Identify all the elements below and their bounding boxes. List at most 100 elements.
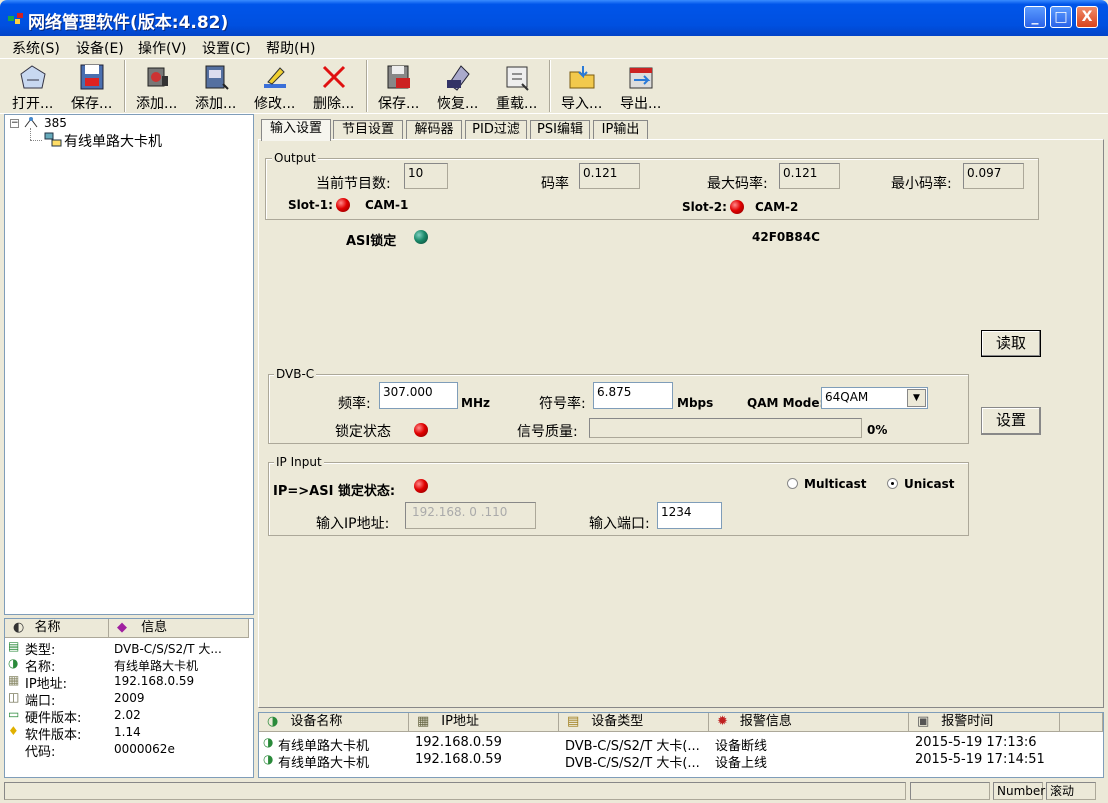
alarm-column-header[interactable]: ◑ 设备名称 <box>259 713 409 732</box>
delete-label: 删除... <box>313 96 355 112</box>
tab-program-settings[interactable]: 节目设置 <box>333 120 403 140</box>
import-button[interactable]: 导入... <box>549 60 607 112</box>
open-icon <box>20 65 46 89</box>
window-title: 网络管理软件(版本:4.82) <box>28 13 229 33</box>
alarm-header-label: 报警信息 <box>739 714 792 729</box>
chevron-down-icon[interactable]: ▼ <box>907 389 926 407</box>
port-input[interactable]: 1234 <box>657 502 722 529</box>
network-icon <box>24 117 38 128</box>
tab-input-settings[interactable]: 输入设置 <box>261 119 331 141</box>
save-config-label: 保存... <box>378 96 420 112</box>
save-label: 保存... <box>71 96 113 112</box>
output-group-title: Output <box>272 151 318 165</box>
ip-address-label: 输入IP地址: <box>316 516 390 532</box>
tree-root[interactable]: 385 <box>44 116 67 130</box>
save-config-icon <box>387 65 410 89</box>
tree-line <box>30 128 31 140</box>
menu-system[interactable]: 系统(S) <box>12 38 60 58</box>
unicast-label: Unicast <box>904 477 955 491</box>
info-row-value: 0000062e <box>114 742 175 756</box>
alarm-column-header[interactable]: ▤ 设备类型 <box>559 713 709 732</box>
asi-lock-label: ASI锁定 <box>346 234 397 249</box>
multicast-label: Multicast <box>804 477 867 491</box>
rate-field: 0.121 <box>579 163 640 189</box>
alarm-cell: 192.168.0.59 <box>415 735 502 750</box>
set-button[interactable]: 设置 <box>981 407 1041 435</box>
import-label: 导入... <box>561 96 603 112</box>
info-header-info[interactable]: ◆ 信息 <box>109 619 249 638</box>
symbol-rate-unit: Mbps <box>677 396 714 410</box>
info-row-value: 2.02 <box>114 708 141 722</box>
menu-device[interactable]: 设备(E) <box>76 38 124 58</box>
name-icon: ◑ <box>8 656 19 670</box>
open-label: 打开... <box>12 96 54 112</box>
qam-mode-label: QAM Mode: <box>747 396 825 410</box>
alarm-cell: 有线单路大卡机 <box>278 756 370 771</box>
save-config-button[interactable]: 保存... <box>366 60 424 112</box>
alarm-column-header[interactable]: ▣ 报警时间 <box>909 713 1060 732</box>
programs-label: 当前节目数: <box>316 176 391 192</box>
edit-icon <box>264 67 286 88</box>
asi-code: 42F0B84C <box>752 230 820 244</box>
multicast-radio[interactable] <box>787 478 798 489</box>
info-header-name[interactable]: ◐ 名称 <box>5 619 109 638</box>
status-panel-empty <box>910 782 990 800</box>
info-row-label: 代码: <box>25 745 56 760</box>
tab-decoder[interactable]: 解码器 <box>406 120 462 140</box>
ip-lock-led <box>414 479 428 493</box>
edit-button[interactable]: 修改... <box>242 60 300 112</box>
save-icon <box>80 64 104 90</box>
max-rate-label: 最大码率: <box>707 176 768 192</box>
device-tree[interactable] <box>4 114 254 615</box>
rate-label: 码率 <box>541 176 569 192</box>
read-button[interactable]: 读取 <box>981 330 1041 357</box>
import-icon <box>569 66 595 89</box>
ip-lock-label: IP=>ASI 锁定状态: <box>273 484 396 499</box>
signal-quality-value: 0% <box>867 423 888 437</box>
tree-device-item[interactable]: 有线单路大卡机 <box>64 131 162 151</box>
menu-settings[interactable]: 设置(C) <box>202 38 251 58</box>
tab-ip-output[interactable]: IP输出 <box>593 120 648 140</box>
alarm-cell: 2015-5-19 17:13:6 <box>915 735 1037 750</box>
restore-icon <box>447 65 470 91</box>
alarm-cell: DVB-C/S/S2/T 大卡(... <box>565 756 700 771</box>
name-header-icon: ◐ <box>13 620 25 635</box>
open-button[interactable]: 打开... <box>0 60 58 112</box>
slot1-value: CAM-1 <box>365 198 409 212</box>
reload-label: 重载... <box>496 96 538 112</box>
export-button[interactable]: 导出... <box>608 60 666 112</box>
export-icon <box>629 67 653 89</box>
symbol-rate-input[interactable]: 6.875 <box>593 382 673 409</box>
signal-quality-bar <box>589 418 862 438</box>
lock-status-label: 锁定状态 <box>335 424 391 440</box>
min-rate-label: 最小码率: <box>891 176 952 192</box>
reload-button[interactable]: 重载... <box>484 60 542 112</box>
add-device-icon <box>147 67 168 87</box>
max-rate-field: 0.121 <box>779 163 840 189</box>
tab-psi-edit[interactable]: PSI编辑 <box>530 120 590 140</box>
close-button[interactable]: X <box>1076 6 1098 28</box>
reload-icon <box>506 66 529 91</box>
unicast-radio[interactable] <box>887 478 898 489</box>
device-status-icon: ◑ <box>263 752 274 766</box>
port-icon: ◫ <box>8 690 20 704</box>
menu-help[interactable]: 帮助(H) <box>266 38 315 58</box>
restore-button[interactable]: 恢复... <box>425 60 483 112</box>
device-status-icon: ◑ <box>263 735 274 749</box>
alarm-column-header[interactable]: ✹ 报警信息 <box>709 713 909 732</box>
alarm-header-filler <box>1060 713 1103 732</box>
tree-collapse-toggle[interactable]: − <box>10 119 19 128</box>
minimize-button[interactable]: _ <box>1024 6 1046 28</box>
add-item-button[interactable]: 添加... <box>183 60 241 112</box>
save-button[interactable]: 保存... <box>59 60 117 112</box>
port-label: 输入端口: <box>589 516 650 532</box>
delete-button[interactable]: 删除... <box>301 60 359 112</box>
frequency-input[interactable]: 307.000 <box>379 382 458 409</box>
menu-operation[interactable]: 操作(V) <box>138 38 187 58</box>
add-device-button[interactable]: 添加... <box>124 60 182 112</box>
alarm-column-header[interactable]: ▦ IP地址 <box>409 713 559 732</box>
tab-pid-filter[interactable]: PID过滤 <box>465 120 527 140</box>
status-number: Number <box>993 782 1045 800</box>
maximize-button[interactable]: □ <box>1050 6 1072 28</box>
alarm-header-label: 设备类型 <box>591 714 644 729</box>
